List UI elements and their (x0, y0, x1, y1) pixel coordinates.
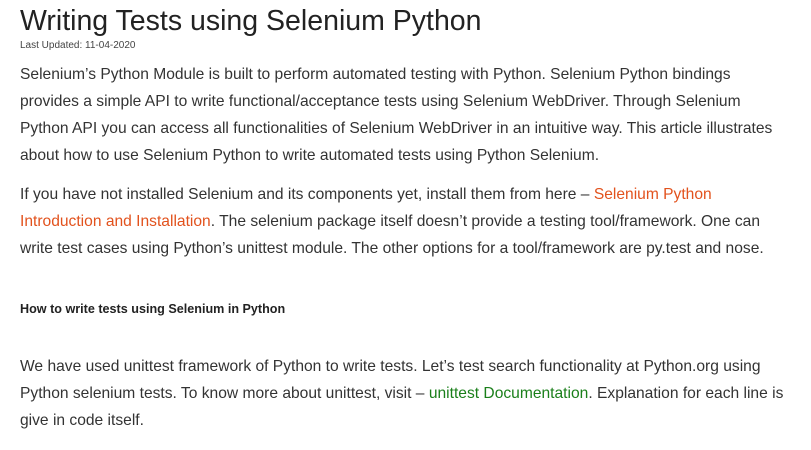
last-updated-date: Last Updated: 11-04-2020 (20, 40, 136, 51)
unittest-documentation-link[interactable]: unittest Documentation (429, 385, 589, 402)
section-heading: How to write tests using Selenium in Pyt… (20, 302, 286, 316)
install-paragraph: If you have not installed Selenium and i… (20, 181, 791, 262)
unittest-paragraph: We have used unittest framework of Pytho… (20, 353, 791, 434)
install-paragraph-text-before: If you have not installed Selenium and i… (20, 186, 594, 203)
article-body: Writing Tests using Selenium Python Last… (0, 4, 811, 450)
intro-paragraph: Selenium’s Python Module is built to per… (20, 66, 773, 164)
page-title: Writing Tests using Selenium Python (20, 5, 482, 37)
